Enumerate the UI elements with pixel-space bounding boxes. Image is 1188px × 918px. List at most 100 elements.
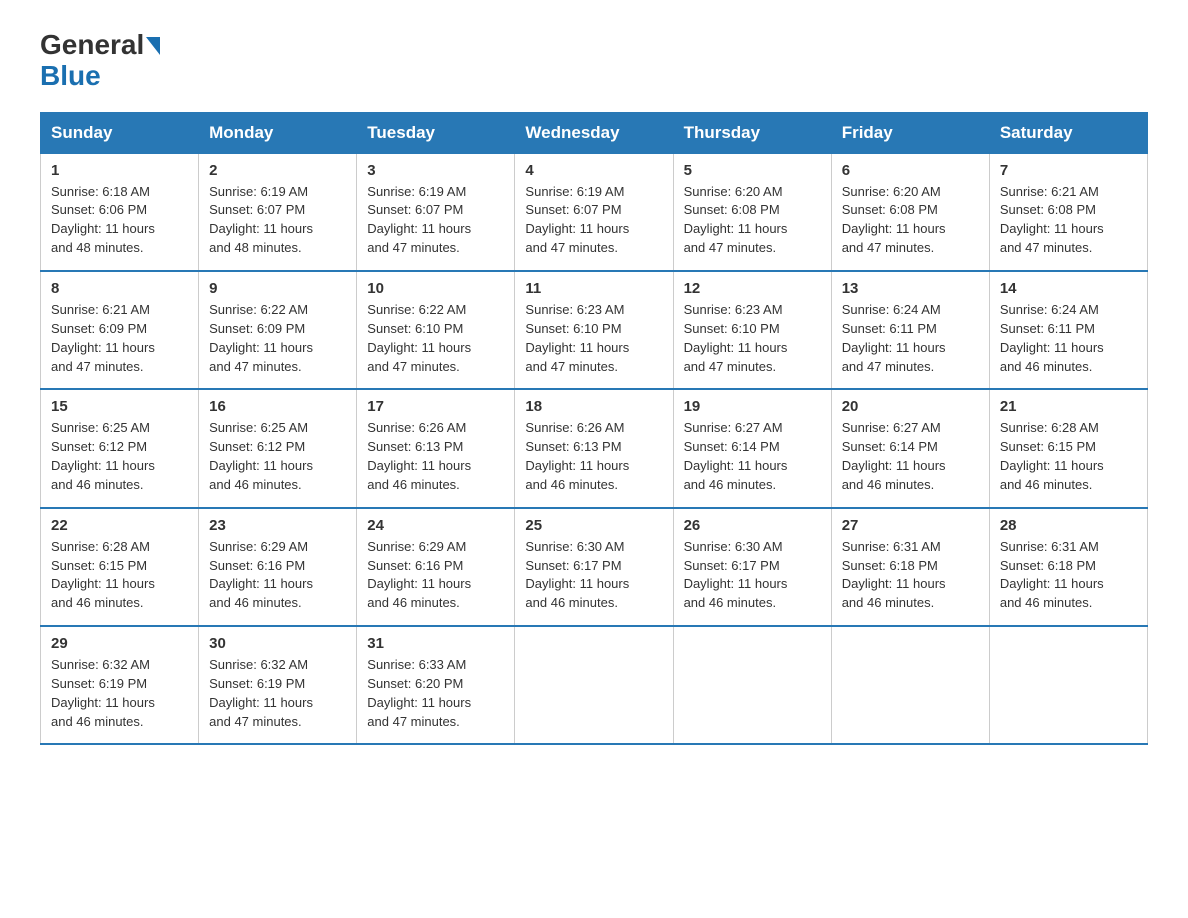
day-cell: 8Sunrise: 6:21 AMSunset: 6:09 PMDaylight… xyxy=(41,271,199,389)
day-cell xyxy=(515,626,673,744)
day-number: 10 xyxy=(367,280,504,297)
day-info: Sunrise: 6:21 AMSunset: 6:09 PMDaylight:… xyxy=(51,301,188,376)
day-cell: 14 Sunrise: 6:24 AMSunset: 6:11 PMDayligh… xyxy=(989,271,1147,389)
day-number: 31 xyxy=(367,635,504,652)
day-number: 15 xyxy=(51,398,188,415)
day-cell: 2Sunrise: 6:19 AMSunset: 6:07 PMDaylight… xyxy=(199,153,357,271)
day-number: 9 xyxy=(209,280,346,297)
day-number: 13 xyxy=(842,280,979,297)
day-number: 18 xyxy=(525,398,662,415)
day-number: 27 xyxy=(842,517,979,534)
day-cell: 13 Sunrise: 6:24 AMSunset: 6:11 PMDayligh… xyxy=(831,271,989,389)
day-cell: 29Sunrise: 6:32 AMSunset: 6:19 PMDayligh… xyxy=(41,626,199,744)
week-row-2: 8Sunrise: 6:21 AMSunset: 6:09 PMDaylight… xyxy=(41,271,1148,389)
day-cell: 21 Sunrise: 6:28 AMSunset: 6:15 PMDayligh… xyxy=(989,389,1147,507)
day-info: Sunrise: 6:27 AMSunset: 6:14 PMDaylight:… xyxy=(684,419,821,494)
day-info: Sunrise: 6:18 AMSunset: 6:06 PMDaylight:… xyxy=(51,183,188,258)
day-cell: 15 Sunrise: 6:25 AMSunset: 6:12 PMDayligh… xyxy=(41,389,199,507)
day-cell: 7 Sunrise: 6:21 AMSunset: 6:08 PMDaylight… xyxy=(989,153,1147,271)
day-number: 24 xyxy=(367,517,504,534)
day-number: 1 xyxy=(51,162,188,179)
day-info: Sunrise: 6:23 AMSunset: 6:10 PMDaylight:… xyxy=(525,301,662,376)
calendar-header: SundayMondayTuesdayWednesdayThursdayFrid… xyxy=(41,112,1148,153)
header-wednesday: Wednesday xyxy=(515,112,673,153)
header-row: SundayMondayTuesdayWednesdayThursdayFrid… xyxy=(41,112,1148,153)
logo-general: General xyxy=(40,30,144,61)
header-tuesday: Tuesday xyxy=(357,112,515,153)
day-cell: 4 Sunrise: 6:19 AMSunset: 6:07 PMDaylight… xyxy=(515,153,673,271)
day-number: 25 xyxy=(525,517,662,534)
week-row-3: 15 Sunrise: 6:25 AMSunset: 6:12 PMDayligh… xyxy=(41,389,1148,507)
day-number: 17 xyxy=(367,398,504,415)
day-cell: 3Sunrise: 6:19 AMSunset: 6:07 PMDaylight… xyxy=(357,153,515,271)
day-cell: 26 Sunrise: 6:30 AMSunset: 6:17 PMDayligh… xyxy=(673,508,831,626)
day-number: 7 xyxy=(1000,162,1137,179)
header-friday: Friday xyxy=(831,112,989,153)
day-number: 16 xyxy=(209,398,346,415)
day-info: Sunrise: 6:20 AMSunset: 6:08 PMDaylight:… xyxy=(842,183,979,258)
day-info: Sunrise: 6:32 AMSunset: 6:19 PMDaylight:… xyxy=(209,656,346,731)
day-cell: 23 Sunrise: 6:29 AMSunset: 6:16 PMDayligh… xyxy=(199,508,357,626)
day-info: Sunrise: 6:33 AMSunset: 6:20 PMDaylight:… xyxy=(367,656,504,731)
day-number: 5 xyxy=(684,162,821,179)
day-cell: 11 Sunrise: 6:23 AMSunset: 6:10 PMDayligh… xyxy=(515,271,673,389)
day-cell: 17Sunrise: 6:26 AMSunset: 6:13 PMDayligh… xyxy=(357,389,515,507)
day-number: 26 xyxy=(684,517,821,534)
day-info: Sunrise: 6:26 AMSunset: 6:13 PMDaylight:… xyxy=(525,419,662,494)
day-cell: 5 Sunrise: 6:20 AMSunset: 6:08 PMDaylight… xyxy=(673,153,831,271)
day-number: 19 xyxy=(684,398,821,415)
calendar-table: SundayMondayTuesdayWednesdayThursdayFrid… xyxy=(40,112,1148,746)
day-info: Sunrise: 6:19 AMSunset: 6:07 PMDaylight:… xyxy=(525,183,662,258)
day-info: Sunrise: 6:29 AMSunset: 6:16 PMDaylight:… xyxy=(367,538,504,613)
day-number: 11 xyxy=(525,280,662,297)
day-info: Sunrise: 6:29 AMSunset: 6:16 PMDaylight:… xyxy=(209,538,346,613)
day-info: Sunrise: 6:22 AMSunset: 6:10 PMDaylight:… xyxy=(367,301,504,376)
day-cell: 25 Sunrise: 6:30 AMSunset: 6:17 PMDayligh… xyxy=(515,508,673,626)
day-info: Sunrise: 6:20 AMSunset: 6:08 PMDaylight:… xyxy=(684,183,821,258)
day-number: 29 xyxy=(51,635,188,652)
day-info: Sunrise: 6:25 AMSunset: 6:12 PMDaylight:… xyxy=(209,419,346,494)
day-info: Sunrise: 6:24 AMSunset: 6:11 PMDaylight:… xyxy=(1000,301,1137,376)
day-cell: 16 Sunrise: 6:25 AMSunset: 6:12 PMDayligh… xyxy=(199,389,357,507)
day-number: 21 xyxy=(1000,398,1137,415)
day-info: Sunrise: 6:24 AMSunset: 6:11 PMDaylight:… xyxy=(842,301,979,376)
day-number: 4 xyxy=(525,162,662,179)
week-row-4: 22Sunrise: 6:28 AMSunset: 6:15 PMDayligh… xyxy=(41,508,1148,626)
page-header: General Blue xyxy=(40,30,1148,92)
day-cell: 1 Sunrise: 6:18 AMSunset: 6:06 PMDaylight… xyxy=(41,153,199,271)
day-number: 28 xyxy=(1000,517,1137,534)
day-info: Sunrise: 6:23 AMSunset: 6:10 PMDaylight:… xyxy=(684,301,821,376)
day-cell: 9 Sunrise: 6:22 AMSunset: 6:09 PMDaylight… xyxy=(199,271,357,389)
day-cell: 22Sunrise: 6:28 AMSunset: 6:15 PMDayligh… xyxy=(41,508,199,626)
day-cell: 6 Sunrise: 6:20 AMSunset: 6:08 PMDaylight… xyxy=(831,153,989,271)
day-info: Sunrise: 6:22 AMSunset: 6:09 PMDaylight:… xyxy=(209,301,346,376)
day-number: 20 xyxy=(842,398,979,415)
day-cell: 18 Sunrise: 6:26 AMSunset: 6:13 PMDayligh… xyxy=(515,389,673,507)
day-cell: 12 Sunrise: 6:23 AMSunset: 6:10 PMDayligh… xyxy=(673,271,831,389)
day-info: Sunrise: 6:19 AMSunset: 6:07 PMDaylight:… xyxy=(209,183,346,258)
calendar-body: 1 Sunrise: 6:18 AMSunset: 6:06 PMDaylight… xyxy=(41,153,1148,744)
day-info: Sunrise: 6:30 AMSunset: 6:17 PMDaylight:… xyxy=(525,538,662,613)
logo-blue: Blue xyxy=(40,61,101,92)
day-number: 6 xyxy=(842,162,979,179)
header-sunday: Sunday xyxy=(41,112,199,153)
day-info: Sunrise: 6:28 AMSunset: 6:15 PMDaylight:… xyxy=(1000,419,1137,494)
day-cell xyxy=(673,626,831,744)
day-info: Sunrise: 6:25 AMSunset: 6:12 PMDaylight:… xyxy=(51,419,188,494)
day-cell: 19 Sunrise: 6:27 AMSunset: 6:14 PMDayligh… xyxy=(673,389,831,507)
logo: General Blue xyxy=(40,30,160,92)
day-info: Sunrise: 6:28 AMSunset: 6:15 PMDaylight:… xyxy=(51,538,188,613)
header-saturday: Saturday xyxy=(989,112,1147,153)
day-number: 23 xyxy=(209,517,346,534)
day-info: Sunrise: 6:31 AMSunset: 6:18 PMDaylight:… xyxy=(842,538,979,613)
day-cell: 10 Sunrise: 6:22 AMSunset: 6:10 PMDayligh… xyxy=(357,271,515,389)
day-cell xyxy=(989,626,1147,744)
day-info: Sunrise: 6:30 AMSunset: 6:17 PMDaylight:… xyxy=(684,538,821,613)
day-info: Sunrise: 6:21 AMSunset: 6:08 PMDaylight:… xyxy=(1000,183,1137,258)
week-row-5: 29 Sunrise: 6:32 AMSunset: 6:19 PMDayligh… xyxy=(41,626,1148,744)
day-number: 14 xyxy=(1000,280,1137,297)
day-number: 12 xyxy=(684,280,821,297)
logo-arrow-icon xyxy=(146,37,160,55)
day-cell xyxy=(831,626,989,744)
day-info: Sunrise: 6:19 AMSunset: 6:07 PMDaylight:… xyxy=(367,183,504,258)
